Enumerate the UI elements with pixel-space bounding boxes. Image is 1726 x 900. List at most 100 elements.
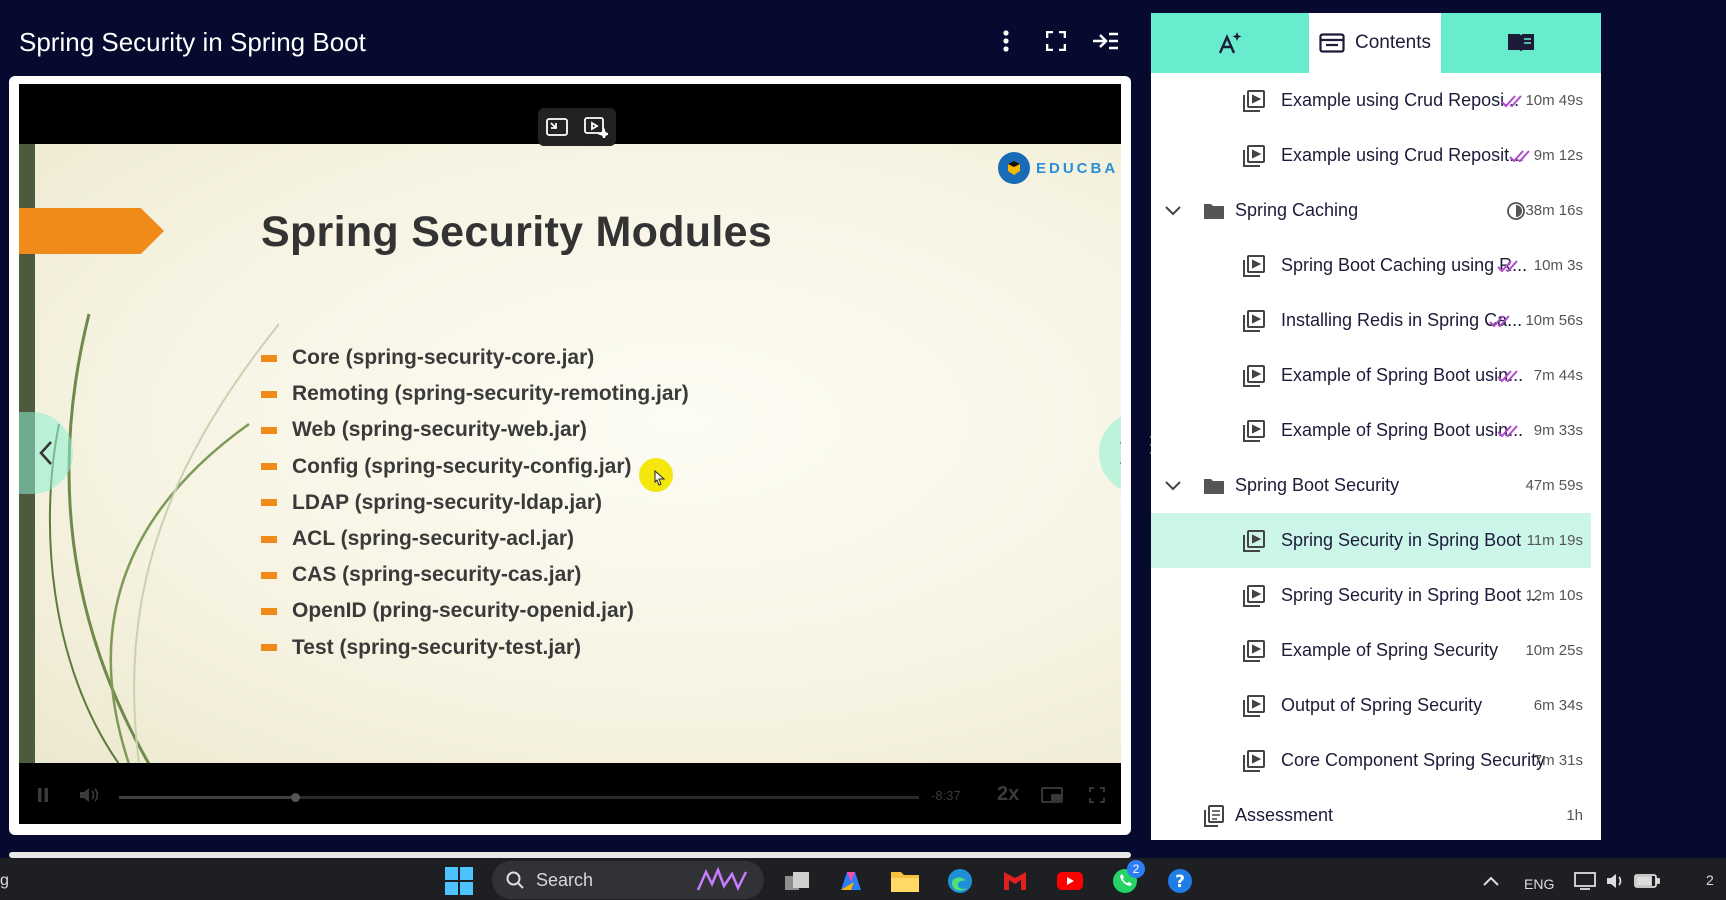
- show-hidden-icons-icon[interactable]: [1474, 864, 1508, 898]
- collapse-sidebar-icon[interactable]: [1090, 26, 1120, 56]
- lesson-row[interactable]: Example of Spring Security 10m 25s: [1151, 623, 1601, 678]
- volume-tray-icon[interactable]: [1600, 864, 1634, 898]
- video-lesson-icon: [1242, 694, 1266, 718]
- lesson-row[interactable]: Installing Redis in Spring Ca... 10m 56s: [1151, 293, 1601, 348]
- ai-video-icon[interactable]: [584, 116, 608, 138]
- progress-knob[interactable]: [291, 793, 300, 802]
- video-lesson-icon: [1242, 529, 1266, 553]
- lesson-row[interactable]: Core Component Spring Security 7m 31s: [1151, 733, 1601, 788]
- module-item: CAS (spring-security-cas.jar): [261, 557, 689, 593]
- folder-icon: [1202, 474, 1226, 498]
- more-options-icon[interactable]: [991, 26, 1021, 56]
- taskbar-left-text: g: [0, 872, 9, 889]
- assessment-icon: [1202, 804, 1226, 828]
- video-lesson-icon: [1242, 419, 1266, 443]
- completed-check-icon: [1509, 149, 1530, 162]
- task-view-icon[interactable]: [780, 864, 814, 898]
- chevron-down-icon: [1165, 205, 1181, 215]
- lesson-title: Spring Security in Spring Boot ...: [1281, 585, 1542, 605]
- fullscreen-icon[interactable]: [1041, 26, 1071, 56]
- volume-button[interactable]: [79, 787, 99, 808]
- module-item: Remoting (spring-security-remoting.jar): [261, 376, 689, 412]
- taskbar: g Search 2 ? ENG 2: [0, 858, 1726, 900]
- grass-decoration: [48, 313, 279, 763]
- mcafee-icon[interactable]: [998, 864, 1032, 898]
- assessment-title: Assessment: [1235, 805, 1334, 825]
- lesson-row[interactable]: Example of Spring Boot usin... 7m 44s: [1151, 348, 1601, 403]
- lesson-row[interactable]: Example of Spring Boot usin... 9m 33s: [1151, 403, 1601, 458]
- lesson-title: Example of Spring Boot usin...: [1281, 365, 1524, 385]
- lesson-row[interactable]: Output of Spring Security 6m 34s: [1151, 678, 1601, 733]
- lesson-duration: 9m 33s: [1533, 422, 1583, 439]
- section-row[interactable]: Spring Boot Security 47m 59s: [1151, 458, 1601, 513]
- video-lesson-icon: [1242, 749, 1266, 773]
- lesson-duration: 10m 56s: [1525, 312, 1583, 329]
- search-placeholder: Search: [536, 869, 594, 890]
- file-explorer-icon[interactable]: [888, 864, 922, 898]
- video-lesson-icon: [1242, 309, 1266, 333]
- section-duration: 38m 16s: [1525, 202, 1583, 219]
- bullet-icon: [261, 426, 277, 434]
- progress-partial-icon: [1507, 201, 1525, 220]
- picture-in-picture-icon: [1041, 787, 1063, 803]
- tab-notes[interactable]: [1441, 13, 1601, 73]
- language-indicator[interactable]: ENG: [1524, 876, 1554, 892]
- exit-fullscreen-icon[interactable]: [546, 117, 568, 137]
- chevron-down-icon: [1165, 480, 1181, 490]
- progress-fill: [119, 796, 295, 799]
- copilot-icon[interactable]: [834, 864, 868, 898]
- network-icon[interactable]: [1568, 864, 1602, 898]
- completed-check-icon: [1497, 369, 1518, 382]
- progress-bar[interactable]: [119, 793, 919, 802]
- video-lesson-icon: [1242, 584, 1266, 608]
- lesson-title: Spring Security in Spring Boot: [1281, 530, 1522, 550]
- time-remaining: -8:37: [931, 788, 961, 803]
- orange-arrow-shape: [19, 208, 164, 254]
- section-row[interactable]: Spring Caching 38m 16s: [1151, 183, 1601, 238]
- lesson-duration: 6m 34s: [1533, 697, 1583, 714]
- module-list: Core (spring-security-core.jar) Remoting…: [261, 340, 689, 666]
- lesson-duration: 10m 3s: [1533, 257, 1583, 274]
- section-title: Spring Boot Security: [1235, 475, 1400, 495]
- mouse-cursor-icon: [654, 470, 666, 486]
- lesson-row[interactable]: Spring Boot Caching using R... 10m 3s: [1151, 238, 1601, 293]
- module-item: Test (spring-security-test.jar): [261, 630, 689, 666]
- lesson-title: Output of Spring Security: [1281, 695, 1483, 715]
- picture-in-picture-button[interactable]: [1041, 787, 1063, 808]
- edge-browser-icon[interactable]: [943, 864, 977, 898]
- youtube-icon[interactable]: [1053, 864, 1087, 898]
- lesson-duration: 7m 31s: [1533, 752, 1583, 769]
- lesson-row[interactable]: Example using Crud Reposit... 9m 12s: [1151, 128, 1601, 183]
- lesson-title: Example using Crud Reposi...: [1281, 90, 1520, 110]
- assessment-row[interactable]: Assessment 1h: [1151, 788, 1601, 840]
- course-sidebar: Contents Example using Crud Reposi... 10…: [1151, 13, 1601, 840]
- assessment-duration: 1h: [1566, 807, 1583, 824]
- module-item: ACL (spring-security-acl.jar): [261, 521, 689, 557]
- player-fullscreen-button[interactable]: [1089, 787, 1105, 808]
- completed-check-icon: [1489, 314, 1510, 327]
- speed-button[interactable]: 2x: [997, 783, 1019, 806]
- video-lesson-icon: [1242, 254, 1266, 278]
- lesson-duration: 10m 25s: [1525, 642, 1583, 659]
- video-frame[interactable]: Spring Security Modules EDUCBA Core (spr…: [19, 84, 1121, 824]
- module-item: Config (spring-security-config.jar): [261, 449, 689, 485]
- pause-button[interactable]: [37, 787, 49, 808]
- bullet-icon: [261, 463, 277, 471]
- taskbar-search[interactable]: Search: [492, 861, 764, 899]
- book-icon: [1508, 34, 1534, 52]
- contents-icon: [1319, 32, 1345, 53]
- tab-contents[interactable]: Contents: [1309, 13, 1441, 73]
- bullet-icon: [261, 607, 277, 615]
- lesson-row-active[interactable]: Spring Security in Spring Boot 11m 19s: [1151, 513, 1591, 568]
- lesson-row[interactable]: Example using Crud Reposi... 10m 49s: [1151, 73, 1601, 128]
- lesson-row[interactable]: Spring Security in Spring Boot ... 12m 1…: [1151, 568, 1601, 623]
- lesson-duration: 11m 19s: [1526, 532, 1583, 549]
- windows-start-icon[interactable]: [442, 864, 476, 898]
- lesson-duration: 12m 10s: [1525, 587, 1583, 604]
- clock[interactable]: 2: [1706, 872, 1714, 888]
- educba-logo-text: EDUCBA: [1036, 159, 1119, 177]
- slide: Spring Security Modules EDUCBA Core (spr…: [19, 144, 1121, 763]
- tab-ai-assistant[interactable]: [1151, 13, 1309, 73]
- help-icon[interactable]: ?: [1163, 864, 1197, 898]
- battery-icon[interactable]: [1630, 864, 1664, 898]
